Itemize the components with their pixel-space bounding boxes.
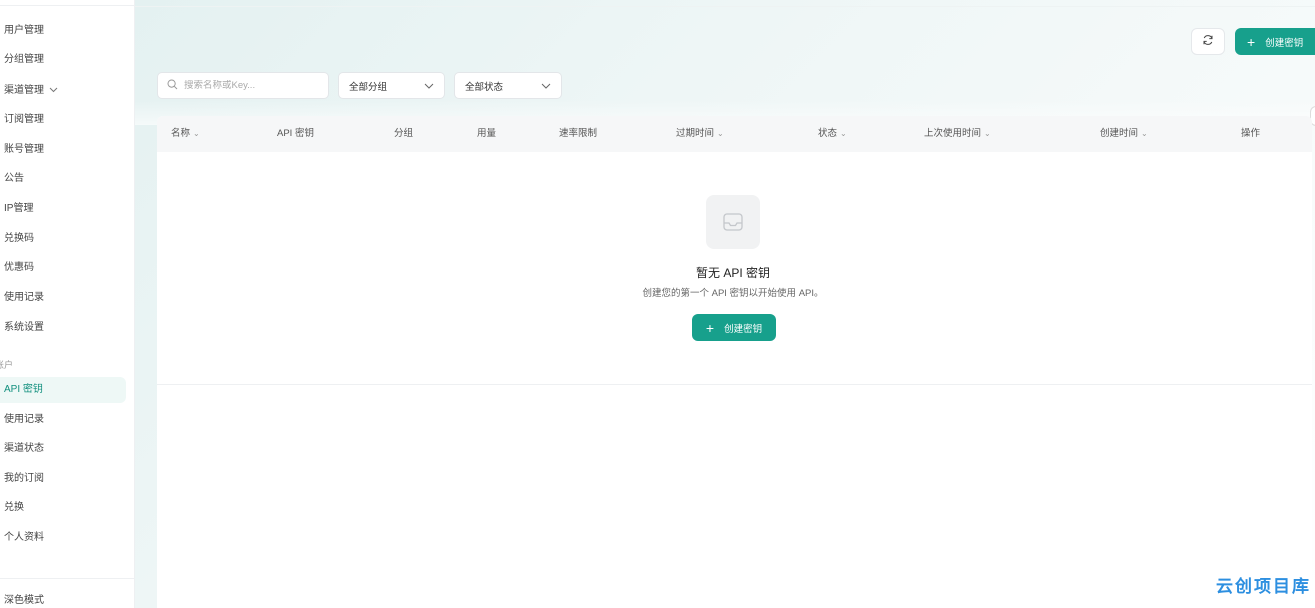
- column-header-api-key: API 密钥: [277, 128, 314, 139]
- column-header-usage: 用量: [477, 128, 497, 139]
- sidebar-section-label: 账户: [0, 360, 14, 370]
- plus-icon: +: [705, 319, 715, 336]
- group-filter-select[interactable]: 全部分组: [338, 72, 445, 99]
- sidebar-item-redeem[interactable]: 兑换: [0, 495, 126, 521]
- column-header-status[interactable]: 状态 ⌄: [818, 116, 847, 152]
- sidebar-item-coupons[interactable]: 优惠码: [0, 255, 126, 281]
- content-area: [157, 385, 1312, 608]
- sidebar-item-ip[interactable]: IP管理: [0, 196, 126, 222]
- search-input[interactable]: [184, 80, 314, 91]
- status-filter-select[interactable]: 全部状态: [454, 72, 562, 99]
- sidebar-item-subscriptions[interactable]: 订阅管理: [0, 107, 126, 133]
- sidebar-divider: [0, 5, 135, 6]
- sidebar-item-profile[interactable]: 个人资料: [0, 525, 126, 551]
- sidebar: 用户管理 分组管理 渠道管理 订阅管理 账号管理 公告 IP管理 兑换码 优惠码…: [0, 0, 135, 608]
- sort-icon: ⌄: [1141, 129, 1148, 138]
- sidebar-item-usage[interactable]: 使用记录: [0, 407, 126, 433]
- column-header-created[interactable]: 创建时间 ⌄: [1100, 116, 1148, 152]
- sidebar-item-groups[interactable]: 分组管理: [0, 47, 126, 73]
- main-content: + 创建密钥 全部分组 全部状态 名称⌄ API 密钥 分组 用量 速率限制: [135, 0, 1315, 608]
- column-header-actions: 操作: [1241, 128, 1261, 139]
- dark-mode-toggle[interactable]: 深色模式: [0, 588, 126, 608]
- sidebar-item-channel-status[interactable]: 渠道状态: [0, 436, 126, 462]
- sort-icon: ⌄: [193, 129, 200, 138]
- sidebar-item-accounts[interactable]: 账号管理: [0, 137, 126, 163]
- sort-icon: ⌄: [984, 129, 991, 138]
- sidebar-item-my-subscriptions[interactable]: 我的订阅: [0, 466, 126, 492]
- sidebar-divider-bottom: [0, 578, 135, 579]
- sidebar-item-settings[interactable]: 系统设置: [0, 315, 126, 341]
- top-divider: [135, 6, 1315, 7]
- empty-create-key-button[interactable]: + 创建密钥: [692, 314, 776, 341]
- search-box[interactable]: [157, 72, 329, 99]
- sidebar-item-users[interactable]: 用户管理: [0, 18, 126, 44]
- chevron-down-icon: [49, 77, 58, 103]
- column-header-rate-limit: 速率限制: [559, 128, 598, 139]
- plus-icon: +: [1247, 33, 1256, 50]
- chevron-down-icon: [541, 81, 551, 91]
- table-header: 名称 ⌄ API 密钥 分组 用量 速率限制 过期时间 ⌄ 状态 ⌄ 上次使用时间 ⌄ …: [157, 116, 1312, 152]
- sort-icon: ⌄: [840, 129, 847, 138]
- sidebar-item-redeem-codes[interactable]: 兑换码: [0, 226, 126, 252]
- empty-state-description: 创建您的第一个 API 密钥以开始使用 API。: [642, 288, 824, 299]
- refresh-button[interactable]: [1191, 28, 1225, 55]
- column-header-name[interactable]: 名称 ⌄: [171, 116, 200, 152]
- sidebar-item-usage-admin[interactable]: 使用记录: [0, 285, 126, 311]
- watermark: 云创项目库: [1216, 577, 1311, 597]
- inbox-icon: [706, 195, 760, 249]
- column-header-expires[interactable]: 过期时间 ⌄: [676, 116, 724, 152]
- sidebar-item-api-keys[interactable]: API 密钥: [0, 377, 126, 403]
- create-key-button[interactable]: + 创建密钥: [1235, 28, 1315, 55]
- column-header-group: 分组: [394, 128, 414, 139]
- search-icon: [167, 79, 178, 93]
- chevron-down-icon: [424, 81, 434, 91]
- empty-state-title: 暂无 API 密钥: [695, 266, 770, 280]
- header-background: [135, 0, 1315, 125]
- column-header-last-used[interactable]: 上次使用时间 ⌄: [924, 116, 991, 152]
- refresh-icon: [1202, 34, 1214, 49]
- sort-icon: ⌄: [717, 129, 724, 138]
- sidebar-item-announcements[interactable]: 公告: [0, 166, 126, 192]
- api-keys-table: 名称 ⌄ API 密钥 分组 用量 速率限制 过期时间 ⌄ 状态 ⌄ 上次使用时间 ⌄ …: [157, 116, 1312, 385]
- sidebar-item-channels[interactable]: 渠道管理: [0, 77, 126, 103]
